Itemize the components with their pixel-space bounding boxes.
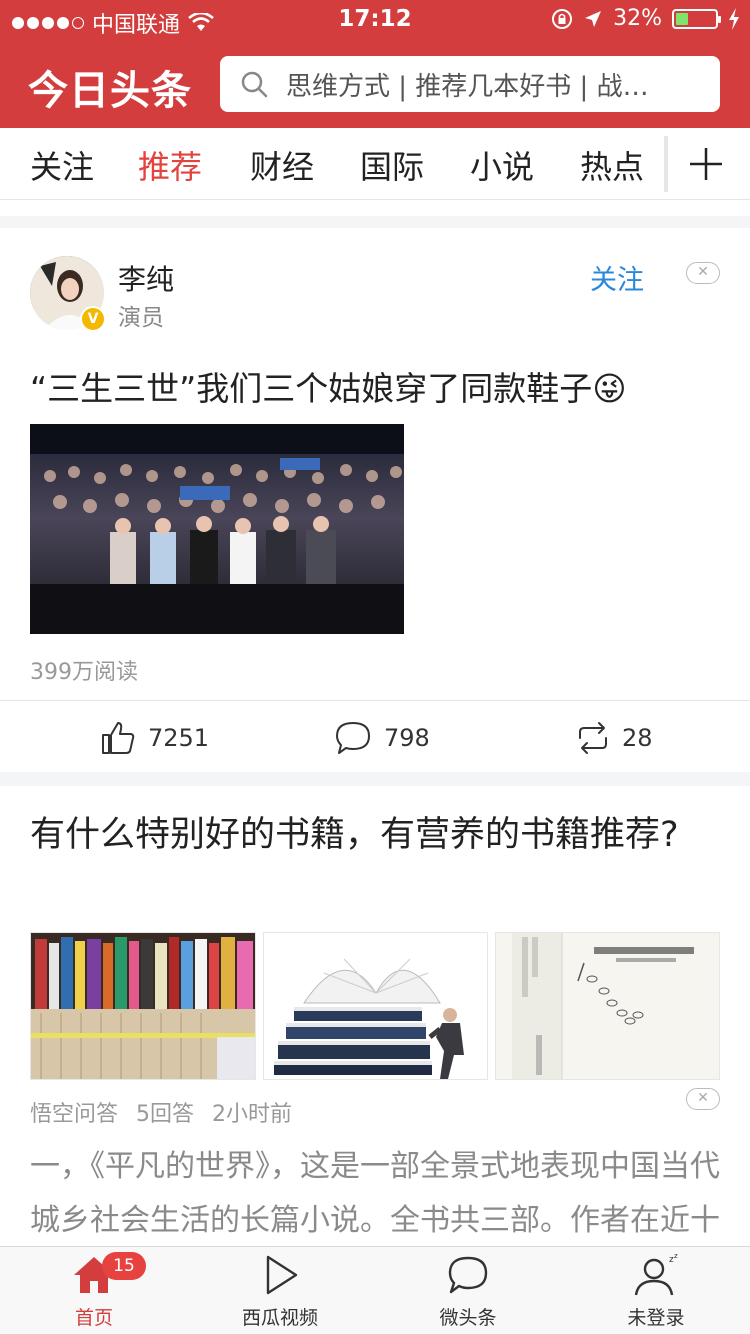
nav-video-label: 西瓜视频 xyxy=(241,1307,318,1329)
read-count: 399万阅读 xyxy=(30,660,138,685)
post-time: 2小时前 xyxy=(212,1102,293,1127)
tab-divider xyxy=(664,136,668,192)
thumbs-up-icon xyxy=(102,722,135,754)
add-channel-icon[interactable] xyxy=(686,136,726,192)
rotation-lock-icon xyxy=(552,8,573,29)
tab-recommend[interactable]: 推荐 xyxy=(138,142,202,188)
feed-question-card[interactable]: 有什么特别好的书籍，有营养的书籍推荐? 悟空问答 5回答 2小时前 ✕ 一，《平… xyxy=(0,786,750,1292)
post-image[interactable] xyxy=(30,424,404,634)
answer-count: 5回答 xyxy=(136,1102,195,1127)
feed-post-card[interactable]: V 李纯 演员 关注 ✕ “三生三世”我们三个姑娘穿了同款鞋子😜 399万阅读 … xyxy=(0,228,750,772)
charging-bolt-icon xyxy=(729,7,739,30)
location-arrow-icon xyxy=(585,10,602,27)
question-image-books[interactable] xyxy=(263,932,488,1080)
play-icon xyxy=(266,1255,298,1295)
tab-novel[interactable]: 小说 xyxy=(470,142,534,188)
nav-micro-headline-label: 微头条 xyxy=(439,1307,497,1329)
feed-top-strip xyxy=(0,200,750,216)
tab-finance[interactable]: 财经 xyxy=(250,142,314,188)
verified-icon: V xyxy=(80,306,106,332)
post-title[interactable]: “三生三世”我们三个姑娘穿了同款鞋子😜 xyxy=(30,362,627,410)
battery-percent: 32% xyxy=(613,6,662,31)
like-count: 7251 xyxy=(148,724,210,752)
comment-icon xyxy=(336,722,370,754)
author-name[interactable]: 李纯 xyxy=(118,258,174,298)
tab-hot[interactable]: 热点 xyxy=(580,142,644,188)
repost-button[interactable]: 28 xyxy=(576,720,653,756)
search-icon xyxy=(241,71,268,98)
app-logo[interactable]: 今日头条 xyxy=(28,58,192,116)
follow-button[interactable]: 关注 xyxy=(590,258,644,297)
search-bar[interactable]: 思维方式 | 推荐几本好书 | 战… xyxy=(220,56,720,112)
nav-profile[interactable]: z z 未登录 xyxy=(586,1252,726,1330)
author-title: 演员 xyxy=(118,305,164,331)
dislike-close-button[interactable]: ✕ xyxy=(686,262,720,284)
dislike-close-button[interactable]: ✕ xyxy=(686,1088,720,1110)
home-notification-badge: 15 xyxy=(102,1252,146,1280)
channel-tabs: 关注 推荐 财经 国际 小说 热点 xyxy=(0,128,750,200)
tab-guanzhu[interactable]: 关注 xyxy=(30,142,94,188)
battery-icon xyxy=(672,8,721,29)
post-action-divider xyxy=(0,700,750,701)
question-title[interactable]: 有什么特别好的书籍，有营养的书籍推荐? xyxy=(30,808,720,863)
repost-icon xyxy=(579,722,607,754)
feed-separator xyxy=(0,216,750,228)
search-hint-text: 思维方式 | 推荐几本好书 | 战… xyxy=(286,71,649,102)
question-meta: 悟空问答 5回答 2小时前 xyxy=(30,1096,292,1128)
nav-video[interactable]: 西瓜视频 xyxy=(210,1253,350,1330)
nav-micro-headline[interactable]: 微头条 xyxy=(398,1253,538,1330)
question-source[interactable]: 悟空问答 xyxy=(30,1096,118,1128)
question-image-bookshelf[interactable] xyxy=(30,932,256,1080)
comment-count: 798 xyxy=(384,724,430,752)
feed-separator xyxy=(0,772,750,786)
status-bar: 中国联通 17:12 32% xyxy=(0,0,750,40)
comment-button[interactable]: 798 xyxy=(334,720,430,756)
app-header: 中国联通 17:12 32% 今日头条 思维方式 | 推荐几本好书 | 战… xyxy=(0,0,750,128)
nav-profile-label: 未登录 xyxy=(627,1307,685,1329)
svg-text:z: z xyxy=(674,1253,678,1260)
tab-international[interactable]: 国际 xyxy=(360,142,424,188)
nav-home-label: 首页 xyxy=(74,1307,113,1329)
like-button[interactable]: 7251 xyxy=(100,720,209,756)
question-image-book-cover[interactable] xyxy=(495,932,720,1080)
repost-count: 28 xyxy=(622,724,653,752)
chat-icon xyxy=(448,1256,488,1294)
user-icon: z z xyxy=(634,1252,678,1296)
